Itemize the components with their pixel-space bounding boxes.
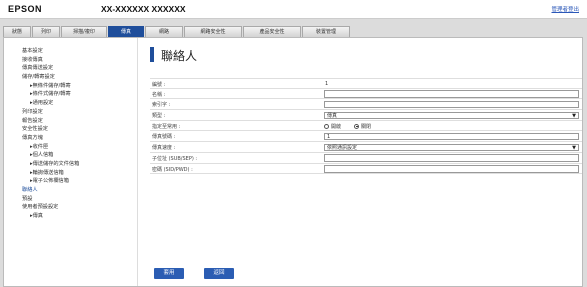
dropdown-caret-icon: ▼ <box>572 144 576 151</box>
tab-network[interactable]: 網路 <box>145 26 183 37</box>
tab-scan-copy[interactable]: 掃描/複印 <box>61 26 107 37</box>
number-value: 1 <box>325 81 329 87</box>
sidebar-item-print-settings[interactable]: 列印設定 <box>4 108 137 117</box>
sidebar-item-inbox[interactable]: ▸收件匣 <box>4 143 137 152</box>
row-type: 類型 : 傳真 ▼ <box>150 110 582 121</box>
row-password: 密碼 (SID/PWD) : <box>150 164 582 175</box>
main-tabs: 狀態 列印 掃描/複印 傳真 網路 網路安全性 產品安全性 裝置管理 <box>0 26 587 37</box>
fax-number-input[interactable]: 1 <box>324 132 579 141</box>
sidebar-item-basic-settings[interactable]: 基本設定 <box>4 47 137 56</box>
fax-speed-value: 依照通訊設定 <box>327 144 358 151</box>
content-panel: 基本設定 接收傳真 傳真傳送設定 儲存/轉寄設定 ▸無條件儲存/轉寄 ▸條件式儲… <box>3 37 583 287</box>
row-number: 編號 : 1 <box>150 78 582 89</box>
dropdown-caret-icon: ▼ <box>572 112 576 119</box>
type-select-value: 傳真 <box>327 112 338 119</box>
page-title: 聯絡人 <box>161 49 198 63</box>
sidebar-item-defaults[interactable]: 預設 <box>4 195 137 204</box>
type-select[interactable]: 傳真 ▼ <box>324 111 579 120</box>
sidebar-item-user-defaults[interactable]: 使用者預設設定 <box>4 203 137 212</box>
row-fax-speed: 傳真速度 : 依照通訊設定 ▼ <box>150 142 582 153</box>
fax-speed-select[interactable]: 依照通訊設定 ▼ <box>324 143 579 152</box>
sidebar-item-bulletin-board[interactable]: ▸電子公佈欄信箱 <box>4 177 137 186</box>
tab-status[interactable]: 狀態 <box>3 26 31 37</box>
frequent-off-radio[interactable]: 關閉 <box>354 123 371 130</box>
sidebar-item-contacts[interactable]: 聯絡人 <box>4 186 137 195</box>
subaddress-label: 子位址 (SUB/SEP) : <box>152 155 198 162</box>
row-fax-number: 傳真號碼 : 1 <box>150 131 582 143</box>
subaddress-input[interactable] <box>324 154 579 162</box>
sidebar-item-fax-defaults[interactable]: ▸傳真 <box>4 212 137 221</box>
admin-logout-link[interactable]: 管理者登出 <box>551 5 579 13</box>
back-button[interactable]: 返回 <box>204 268 234 279</box>
sidebar-item-conditional-save[interactable]: ▸條件式儲存/轉寄 <box>4 90 137 99</box>
radio-on-icon <box>354 123 359 129</box>
sidebar-item-polling-send[interactable]: ▸輪詢傳送信箱 <box>4 169 137 178</box>
main-content: 聯絡人 編號 : 1 名稱 : 索引字 : 類型 : 傳真 ▼ 指定至常用: … <box>138 38 582 286</box>
sidebar-nav: 基本設定 接收傳真 傳真傳送設定 儲存/轉寄設定 ▸無條件儲存/轉寄 ▸條件式儲… <box>4 38 138 286</box>
printer-model: XX-XXXXXX XXXXXX <box>101 4 186 14</box>
fax-number-label: 傳真號碼 : <box>152 134 176 141</box>
index-label: 索引字 : <box>152 102 171 109</box>
header-bar: EPSON XX-XXXXXX XXXXXX 管理者登出 <box>0 0 587 19</box>
row-frequent: 指定至常用 : 開啟 關閉 <box>150 121 582 132</box>
tab-print[interactable]: 列印 <box>32 26 60 37</box>
fax-speed-label: 傳真速度 : <box>152 145 176 152</box>
number-label: 編號 : <box>152 82 166 88</box>
sidebar-item-report-settings[interactable]: 報告設定 <box>4 117 137 126</box>
name-input[interactable] <box>324 90 579 98</box>
row-subaddress: 子位址 (SUB/SEP) : <box>150 153 582 164</box>
frequent-on-radio[interactable]: 開啟 <box>324 123 341 130</box>
radio-off-icon <box>324 123 329 129</box>
sidebar-item-personal-box[interactable]: ▸個人信箱 <box>4 151 137 160</box>
password-input[interactable] <box>324 165 579 173</box>
tab-device-management[interactable]: 裝置管理 <box>302 26 350 37</box>
row-index: 索引字 : <box>150 99 582 111</box>
sidebar-item-security-settings[interactable]: 安全性設定 <box>4 125 137 134</box>
tab-network-security[interactable]: 網路安全性 <box>184 26 242 37</box>
brand-logo: EPSON <box>8 4 43 14</box>
frequent-on-label: 開啟 <box>331 123 342 130</box>
name-label: 名稱 : <box>152 91 166 98</box>
password-label: 密碼 (SID/PWD) : <box>152 166 193 173</box>
apply-button[interactable]: 套用 <box>154 268 184 279</box>
sidebar-item-fax-box[interactable]: 傳真方塊 <box>4 134 137 143</box>
contact-form: 編號 : 1 名稱 : 索引字 : 類型 : 傳真 ▼ 指定至常用 : 開啟 關… <box>150 78 582 175</box>
sidebar-item-unconditional-save[interactable]: ▸無條件儲存/轉寄 <box>4 82 137 91</box>
sidebar-item-stored-documents[interactable]: ▸傳送儲存的文件信箱 <box>4 160 137 169</box>
type-label: 類型 : <box>152 113 166 120</box>
frequent-off-label: 關閉 <box>361 123 372 130</box>
sidebar-item-save-forward[interactable]: 儲存/轉寄設定 <box>4 73 137 82</box>
sidebar-item-common-settings[interactable]: ▸通用設定 <box>4 99 137 108</box>
sidebar-item-send-settings[interactable]: 傳真傳送設定 <box>4 64 137 73</box>
title-accent-bar <box>150 47 154 62</box>
index-input[interactable] <box>324 100 579 109</box>
sidebar-item-receive-fax[interactable]: 接收傳真 <box>4 56 137 65</box>
tab-product-security[interactable]: 產品安全性 <box>243 26 301 37</box>
tab-fax[interactable]: 傳真 <box>108 26 144 37</box>
frequent-label: 指定至常用 : <box>152 123 181 130</box>
row-name: 名稱 : <box>150 89 582 100</box>
